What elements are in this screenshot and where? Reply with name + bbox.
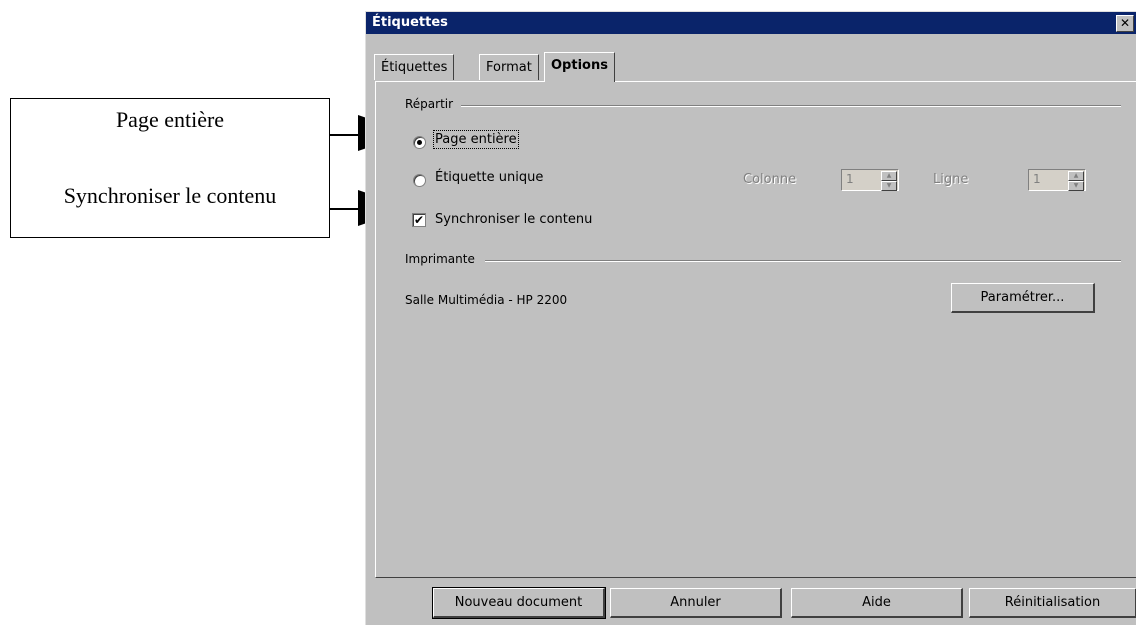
configure-button[interactable]: Paramétrer... [951, 283, 1095, 313]
spin-up-icon[interactable]: ▲ [1068, 171, 1084, 181]
help-button[interactable]: Aide [791, 588, 963, 618]
repartir-label: Répartir [405, 97, 458, 111]
page-entiere-radio[interactable] [413, 136, 426, 149]
synchroniser-checkbox[interactable]: ✔ [412, 213, 426, 227]
dialog-title: Étiquettes [372, 15, 448, 30]
imprimante-separator [485, 260, 1121, 262]
etiquette-unique-radio[interactable] [413, 174, 426, 187]
check-icon: ✔ [413, 213, 425, 227]
colonne-value[interactable]: 1 [846, 172, 854, 186]
ligne-value[interactable]: 1 [1033, 172, 1041, 186]
spin-up-icon[interactable]: ▲ [881, 171, 897, 181]
reset-button[interactable]: Réinitialisation [969, 588, 1136, 618]
tab-etiquettes[interactable]: Étiquettes [374, 54, 455, 80]
ligne-spinner[interactable]: 1 ▲ ▼ [1028, 169, 1086, 191]
new-document-button[interactable]: Nouveau document [432, 587, 606, 619]
tab-options[interactable]: Options [544, 52, 615, 82]
spin-down-icon[interactable]: ▼ [881, 181, 897, 191]
printer-name: Salle Multimédia - HP 2200 [405, 293, 568, 307]
spin-down-icon[interactable]: ▼ [1068, 181, 1084, 191]
tab-format[interactable]: Format [479, 54, 539, 80]
colonne-label: Colonne [743, 172, 797, 187]
etiquette-unique-label[interactable]: Étiquette unique [435, 170, 543, 185]
labels-dialog: Étiquettes ✕ Étiquettes Format Options R… [365, 11, 1136, 625]
close-icon[interactable]: ✕ [1116, 15, 1134, 32]
synchroniser-label[interactable]: Synchroniser le contenu [435, 212, 592, 227]
colonne-spinner[interactable]: 1 ▲ ▼ [841, 169, 899, 191]
imprimante-label: Imprimante [405, 252, 479, 266]
title-bar: Étiquettes ✕ [366, 12, 1136, 34]
page-entiere-label[interactable]: Page entière [433, 130, 519, 149]
options-panel: Répartir Page entière Étiquette unique C… [375, 81, 1136, 578]
repartir-separator [461, 105, 1121, 107]
ligne-label: Ligne [933, 172, 969, 187]
cancel-button[interactable]: Annuler [610, 588, 782, 618]
